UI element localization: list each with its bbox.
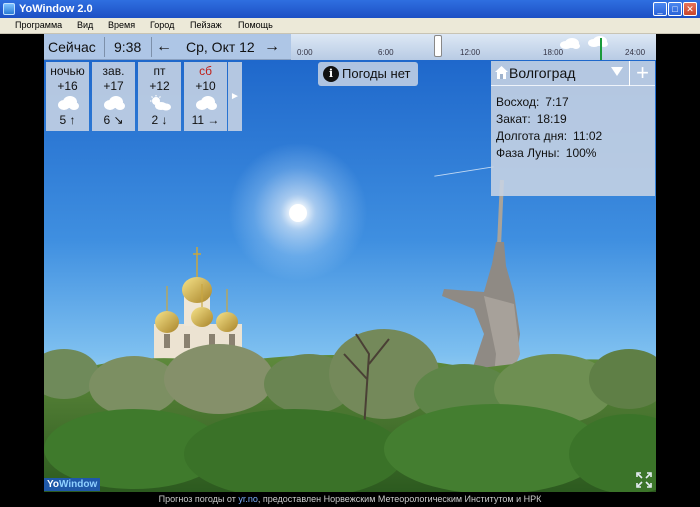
day-length-row: Долгота дня: 11:02 [496,129,602,143]
prev-day-arrow-icon[interactable]: ← [156,34,172,60]
day-temperature: +16 [57,79,78,93]
logo-yo: Yo [47,479,60,490]
yowindow-logo[interactable]: YoWindow [44,478,100,491]
current-date: Ср, Окт 12 [186,39,255,55]
current-time: 9:38 [114,39,142,55]
app-icon [3,3,15,15]
time-slider-handle[interactable] [434,35,442,57]
sunset-label: Закат: [496,112,531,126]
timeline-bar: Сейчас 9:38 ← Ср, Окт 12 → 0:00 6:00 12:… [44,34,656,60]
fullscreen-icon[interactable] [636,472,652,488]
forecast-day[interactable]: зав. +17 6 ↘ [92,62,135,131]
maximize-button[interactable]: □ [668,2,682,16]
hour-label: 24:00 [625,48,646,57]
moon-phase-value: 100% [565,146,597,160]
footer-prefix: Прогноз погоды от [158,494,236,504]
hour-label: 0:00 [297,48,313,57]
day-temperature: +12 [149,79,170,93]
no-weather-button[interactable]: i Погоды нет [318,62,418,86]
menu-bar: Программа Вид Время Город Пейзаж Помощь [0,18,700,34]
title-bar: YoWindow 2.0 _ □ ✕ [0,0,700,18]
cloud-icon [560,38,580,49]
yr-no-link[interactable]: yr.no [238,494,258,504]
now-button[interactable]: Сейчас [48,34,96,60]
menu-view[interactable]: Вид [77,20,93,30]
sunset-row: Закат: 18:19 [496,112,567,126]
home-icon [495,66,508,79]
sun-cloud-icon [149,95,171,111]
current-time-marker [600,38,602,60]
info-icon: i [323,66,339,82]
menu-time[interactable]: Время [108,20,135,30]
menu-city[interactable]: Город [150,20,174,30]
menu-landscape[interactable]: Пейзаж [190,20,222,30]
city-panel: Волгоград + Восход: 7:17 Закат: 18:19 Долг… [491,61,655,196]
day-name: зав. [102,64,125,78]
logo-window: Window [59,479,98,490]
sunset-value: 18:19 [536,112,567,126]
minimize-button[interactable]: _ [653,2,667,16]
cloud-icon [195,96,217,110]
day-temperature: +17 [103,79,124,93]
day-name: пт [153,64,166,78]
cloud-icon [103,96,125,110]
footer-suffix: , предоставлен Норвежским Метеорологичес… [257,494,542,504]
menu-help[interactable]: Помощь [238,20,273,30]
forecast-more-arrow-icon[interactable]: ► [228,62,242,131]
add-city-button[interactable]: + [629,61,655,86]
window-title: YoWindow 2.0 [19,3,93,15]
sunrise-row: Восход: 7:17 [496,95,569,109]
weather-scene: Сейчас 9:38 ← Ср, Окт 12 → 0:00 6:00 12:… [44,34,656,492]
footer-credits: Прогноз погоды от yr.no, предоставлен Но… [0,492,700,507]
forecast-day[interactable]: пт +12 2 ↓ [138,62,181,131]
day-name: сб [199,64,212,78]
chevron-down-icon[interactable] [611,67,623,76]
hour-label: 18:00 [543,48,564,57]
sunrise-label: Восход: [496,95,540,109]
moon-phase-label: Фаза Луны: [496,146,560,160]
hour-scale[interactable]: 0:00 6:00 12:00 18:00 24:00 [291,34,656,60]
divider [151,37,152,57]
day-wind: 11 → [191,113,220,127]
day-temperature: +10 [195,79,216,93]
divider [104,37,105,57]
menu-program[interactable]: Программа [15,20,62,30]
next-day-arrow-icon[interactable]: → [264,34,280,60]
forecast-panel: ночью +16 5 ↑ зав. +17 6 ↘ пт +12 2 ↓ сб… [46,62,242,131]
hour-label: 12:00 [460,48,481,57]
day-wind: 6 ↘ [103,113,124,127]
forecast-day[interactable]: ночью +16 5 ↑ [46,62,89,131]
city-selector[interactable]: Волгоград + [491,61,655,86]
moon-phase-row: Фаза Луны: 100% [496,146,596,160]
day-length-value: 11:02 [573,129,603,143]
forecast-day[interactable]: сб +10 11 → [184,62,227,131]
day-wind: 5 ↑ [59,113,76,127]
cloud-icon [588,36,608,47]
day-name: ночью [50,64,85,78]
day-length-label: Долгота дня: [496,129,568,143]
sunrise-value: 7:17 [545,95,569,109]
close-button[interactable]: ✕ [683,2,697,16]
hour-label: 6:00 [378,48,394,57]
city-name: Волгоград [509,65,576,81]
no-weather-label: Погоды нет [342,66,411,81]
day-wind: 2 ↓ [151,113,168,127]
cloud-icon [57,96,79,110]
